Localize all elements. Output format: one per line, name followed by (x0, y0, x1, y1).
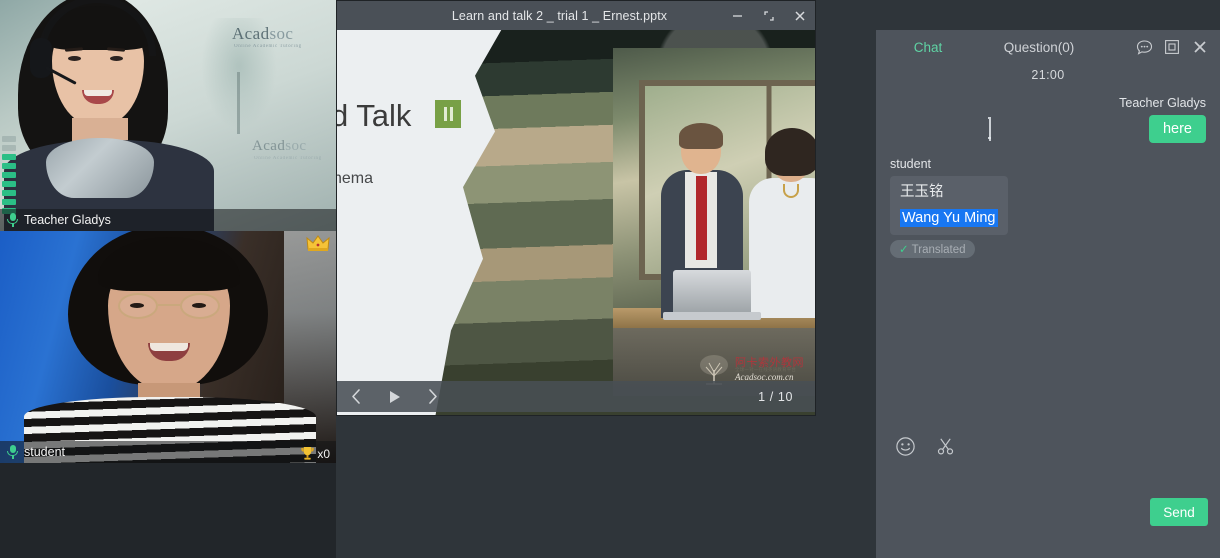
restore-icon (762, 9, 776, 23)
chat-message-incoming: student 王玉铭 Wang Yu Ming ✓Translated (890, 157, 1206, 258)
page-indicator: 1 / 10 (758, 390, 793, 404)
slide-subtitle: nema (337, 170, 373, 188)
student-teeth (150, 343, 188, 351)
translated-badge-row: ✓Translated (890, 235, 1206, 258)
window-titlebar[interactable]: Learn and talk 2 _ trial 1 _ Ernest.pptx (337, 1, 815, 30)
student-eye-right (192, 303, 206, 308)
emoji-button[interactable] (894, 435, 916, 457)
chat-bubble-icon (1136, 39, 1153, 56)
play-icon (387, 389, 402, 405)
chevron-right-icon (425, 388, 440, 405)
audio-level-meter (2, 118, 16, 214)
chat-input-area[interactable]: Send (876, 466, 1220, 538)
trophy-count: x0 (317, 447, 330, 461)
chat-panel: Chat Question(0) (876, 30, 1220, 558)
watermark-text: 阿卡索外教网 全球一对一在线英语教育平台 Acadsoc.com.cn (735, 357, 804, 383)
teacher-name-label: Teacher Gladys (24, 213, 111, 227)
minimize-button[interactable] (722, 1, 753, 30)
close-icon (1192, 39, 1208, 55)
vu-bar (2, 154, 16, 160)
slide-heading: d Talk (337, 98, 411, 134)
restore-button[interactable] (753, 1, 784, 30)
vu-bar (2, 172, 16, 178)
vu-bar (2, 181, 16, 187)
chat-header: Chat Question(0) (876, 30, 1220, 64)
next-slide-button[interactable] (413, 381, 451, 412)
trophy-icon (300, 446, 315, 461)
message-text-translated[interactable]: Wang Yu Ming (900, 209, 998, 227)
student-label-bar: student x0 (0, 441, 336, 463)
close-button[interactable] (784, 1, 815, 30)
tab-chat[interactable]: Chat (876, 40, 980, 55)
text-cursor (988, 117, 991, 139)
photo-laptop (673, 270, 751, 316)
desktop-background (336, 416, 876, 558)
crown-icon (306, 234, 330, 252)
student-eye-left (130, 303, 144, 308)
chevron-left-icon (349, 388, 364, 405)
acadsoc-logo-secondary: Acadsoc (252, 138, 306, 155)
chat-toolbar (876, 426, 1220, 466)
microphone-icon (6, 213, 19, 228)
minimize-icon (731, 9, 744, 22)
slide-control-bar: 1 / 10 (337, 381, 815, 412)
message-sender-name: student (890, 157, 1206, 171)
message-bubble[interactable]: here (1149, 115, 1206, 143)
photo-person-right (745, 136, 815, 318)
watermark-cn: 阿卡索外教网 (735, 357, 804, 369)
student-name-label: student (24, 445, 65, 459)
pause-icon[interactable] (435, 100, 461, 128)
vu-bar (2, 199, 16, 205)
acadsoc-tagline-secondary: Online Academic Tutoring (254, 156, 322, 161)
teacher-video-tile[interactable]: Acadsoc Online Academic Tutoring Acadsoc… (0, 0, 336, 231)
headset-earcup (30, 38, 52, 78)
teacher-eye-left (68, 56, 81, 61)
teacher-scarf (46, 138, 154, 198)
translated-label: Translated (912, 244, 966, 256)
close-icon (793, 9, 807, 23)
check-icon: ✓ (899, 244, 909, 256)
message-sender-name: Teacher Gladys (890, 96, 1206, 110)
message-text-original: 王玉铭 (900, 184, 944, 200)
message-bubble[interactable]: 王玉铭 Wang Yu Ming (890, 176, 1008, 235)
video-column: Acadsoc Online Academic Tutoring Acadsoc… (0, 0, 336, 558)
restore-window-icon (1164, 39, 1180, 55)
vu-bar (2, 145, 16, 151)
chat-timestamp: 21:00 (890, 68, 1206, 82)
screenshot-button[interactable] (934, 435, 956, 457)
scissors-icon (935, 436, 956, 457)
vu-bar (2, 136, 16, 142)
window-title: Learn and talk 2 _ trial 1 _ Ernest.pptx (337, 9, 722, 23)
trophy-badge: x0 (300, 446, 330, 461)
teacher-teeth (84, 90, 112, 96)
acadsoc-tagline: Online Academic Tutoring (234, 44, 302, 49)
translated-badge: ✓Translated (890, 240, 975, 258)
close-chat-button[interactable] (1190, 37, 1210, 57)
acadsoc-logo-suffix: soc (269, 24, 293, 43)
acadsoc-logo: Acadsoc (232, 24, 293, 44)
chat-bubble-button[interactable] (1134, 37, 1154, 57)
vu-bar (2, 190, 16, 196)
restore-window-button[interactable] (1162, 37, 1182, 57)
student-video-tile[interactable]: student x0 (0, 231, 336, 463)
empty-video-slot (0, 463, 336, 558)
emoji-icon (895, 436, 916, 457)
chat-message-outgoing: Teacher Gladys here (890, 96, 1206, 143)
send-button[interactable]: Send (1150, 498, 1208, 526)
teacher-eye-right (110, 56, 123, 61)
vu-bar (2, 163, 16, 169)
play-button[interactable] (375, 381, 413, 412)
chat-message-list[interactable]: 21:00 Teacher Gladys here student 王玉铭 Wa… (876, 64, 1220, 416)
tree-trunk (237, 72, 240, 134)
previous-slide-button[interactable] (337, 381, 375, 412)
chat-header-icons (1134, 37, 1220, 57)
presentation-window: Learn and talk 2 _ trial 1 _ Ernest.pptx (336, 0, 816, 416)
tab-question[interactable]: Question(0) (980, 40, 1098, 55)
microphone-icon (6, 445, 19, 460)
teacher-label-bar: Teacher Gladys (0, 209, 336, 231)
slide-canvas[interactable]: d Talk nema 阿卡索外教网 全球一对一在线英语教育平台 Acadsoc… (337, 30, 815, 415)
